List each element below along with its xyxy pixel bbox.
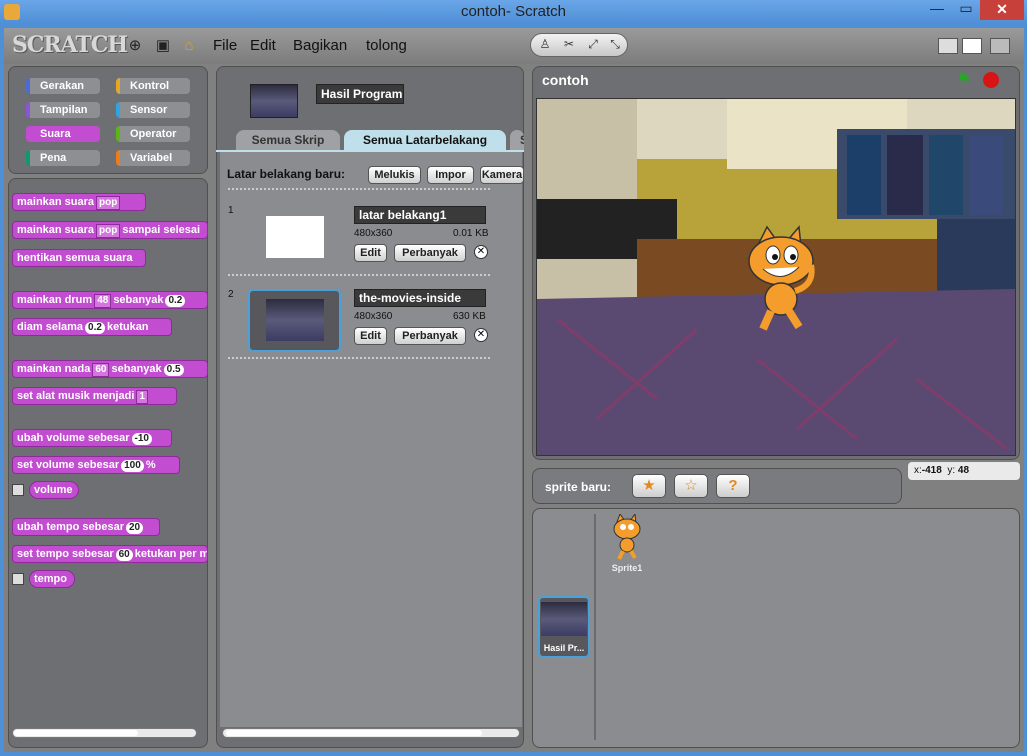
category-kontrol[interactable]: Kontrol: [116, 78, 190, 94]
block-play-sound[interactable]: mainkan suara pop: [12, 193, 146, 211]
backdrop-size: 480x360: [354, 228, 393, 239]
sprite-thumbnail[interactable]: [610, 512, 644, 560]
stage[interactable]: [536, 98, 1016, 456]
duplicate-button[interactable]: Perbanyak: [394, 327, 466, 345]
block-rest-for[interactable]: diam selama 0.2 ketukan: [12, 318, 172, 336]
block-set-tempo[interactable]: set tempo sebesar60ketukan per menit: [12, 545, 208, 563]
palette-scroll-thumb[interactable]: [14, 730, 138, 736]
random-sprite-icon[interactable]: ?: [716, 474, 750, 498]
category-sensor[interactable]: Sensor: [116, 102, 190, 118]
reporter-tempo[interactable]: tempo: [29, 570, 75, 588]
maximize-button[interactable]: ▭: [952, 0, 980, 20]
backdrop-thumbnail-1[interactable]: [266, 216, 324, 258]
normal-stage-icon[interactable]: [962, 38, 982, 54]
project-title: contoh: [542, 72, 589, 88]
mouse-coordinates: x:-418 y: 48: [908, 462, 1020, 480]
divider: [228, 188, 490, 190]
save-icon[interactable]: ▣: [154, 37, 172, 55]
divider: [228, 357, 490, 359]
divider: [228, 274, 490, 276]
category-suara[interactable]: Suara: [26, 126, 100, 142]
stage-thumbnail-label: Hasil Pr...: [543, 643, 585, 653]
block-play-note[interactable]: mainkan nada 60 sebanyak 0.5: [12, 360, 208, 378]
tab-backdrops[interactable]: Semua Latarbelakang: [344, 130, 506, 150]
category-tampilan[interactable]: Tampilan: [26, 102, 100, 118]
scratch-logo: SCRATCH: [12, 32, 128, 58]
backdrop-thumbnail-2[interactable]: [266, 299, 324, 341]
menu-edit[interactable]: Edit: [250, 37, 276, 54]
stop-icon[interactable]: [983, 72, 999, 88]
shrink-icon[interactable]: ⤡: [606, 37, 624, 53]
scratch-cat-sprite[interactable]: [741, 225, 823, 335]
backdrop-name-field[interactable]: latar belakang1: [354, 206, 486, 224]
block-change-tempo[interactable]: ubah tempo sebesar 20: [12, 518, 160, 536]
block-change-volume[interactable]: ubah volume sebesar -10: [12, 429, 172, 447]
delete-icon[interactable]: ✕: [474, 245, 488, 259]
paint-button[interactable]: Melukis: [368, 166, 421, 184]
duplicate-button[interactable]: Perbanyak: [394, 244, 466, 262]
paint-sprite-icon[interactable]: ★: [632, 474, 666, 498]
small-stage-icon[interactable]: [938, 38, 958, 54]
import-sprite-icon[interactable]: ☆: [674, 474, 708, 498]
sprite-list-panel: [532, 508, 1020, 748]
import-button[interactable]: Impor: [427, 166, 474, 184]
reporter-volume[interactable]: volume: [29, 481, 79, 499]
globe-icon[interactable]: ⊕: [126, 37, 144, 55]
menu-share[interactable]: Bagikan: [293, 37, 347, 54]
share-icon[interactable]: ⌂: [180, 37, 198, 55]
edit-button[interactable]: Edit: [354, 244, 387, 262]
presentation-icon[interactable]: [990, 38, 1010, 54]
block-set-volume[interactable]: set volume sebesar 100%: [12, 456, 180, 474]
sprite-name-label: Sprite1: [611, 563, 643, 573]
current-sprite-thumbnail: [250, 84, 298, 118]
new-sprite-label: sprite baru:: [545, 480, 612, 494]
stage-thumbnail[interactable]: [541, 602, 587, 636]
backdrop-size: 480x360: [354, 311, 393, 322]
delete-icon[interactable]: ✕: [474, 328, 488, 342]
camera-button[interactable]: Kamera: [480, 166, 524, 184]
block-stop-all-sounds[interactable]: hentikan semua suara: [12, 249, 146, 267]
block-set-instrument[interactable]: set alat musik menjadi 1: [12, 387, 177, 405]
volume-checkbox[interactable]: [12, 484, 24, 496]
category-gerakan[interactable]: Gerakan: [26, 78, 100, 94]
sprite-name-field[interactable]: Hasil Program: [316, 84, 404, 104]
category-variabel[interactable]: Variabel: [116, 150, 190, 166]
close-button[interactable]: ✕: [980, 0, 1024, 20]
sprite-panel-divider: [594, 514, 596, 740]
tab-sounds[interactable]: Suara: [510, 130, 524, 150]
minimize-button[interactable]: —: [922, 0, 952, 20]
new-backdrop-label: Latar belakang baru:: [227, 167, 346, 181]
editor-scroll-thumb[interactable]: [226, 730, 482, 736]
duplicate-icon[interactable]: ♙: [536, 37, 554, 53]
delete-icon[interactable]: ✂: [560, 37, 578, 53]
backdrop-name-field[interactable]: the-movies-inside: [354, 289, 486, 307]
edit-button[interactable]: Edit: [354, 327, 387, 345]
menu-file[interactable]: File: [213, 37, 237, 54]
backdrop-index: 1: [228, 205, 234, 216]
backdrop-filesize: 630 KB: [453, 311, 486, 322]
green-flag-icon[interactable]: ⚑: [956, 70, 971, 90]
menu-help[interactable]: tolong: [366, 37, 407, 54]
tempo-checkbox[interactable]: [12, 573, 24, 585]
window-title: contoh- Scratch: [460, 3, 567, 20]
category-operator[interactable]: Operator: [116, 126, 190, 142]
tab-scripts[interactable]: Semua Skrip: [236, 130, 340, 150]
category-pena[interactable]: Pena: [26, 150, 100, 166]
block-play-sound-until-done[interactable]: mainkan suara pop sampai selesai: [12, 221, 208, 239]
block-play-drum[interactable]: mainkan drum 48 sebanyak 0.2: [12, 291, 208, 309]
backdrop-index: 2: [228, 289, 234, 300]
backdrop-filesize: 0.01 KB: [453, 228, 489, 239]
grow-icon[interactable]: ⤢: [584, 37, 602, 53]
